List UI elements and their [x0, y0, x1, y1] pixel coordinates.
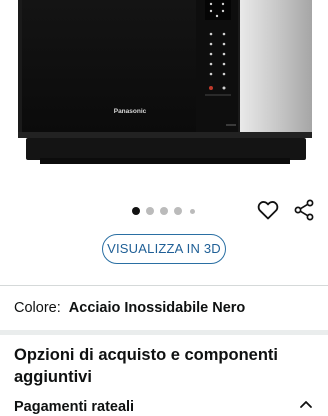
section-divider	[0, 330, 328, 335]
heart-icon	[257, 201, 279, 220]
carousel-dot[interactable]	[160, 207, 168, 215]
chevron-up-icon[interactable]	[298, 398, 314, 410]
color-selection[interactable]: Colore: Acciaio Inossidabile Nero	[14, 298, 245, 318]
share-button[interactable]	[292, 198, 316, 222]
purchase-options-title: Opzioni di acquisto e componenti aggiunt…	[14, 346, 279, 386]
color-value: Acciaio Inossidabile Nero	[68, 300, 246, 316]
view-in-3d-button[interactable]: VISUALIZZA IN 3D	[102, 234, 226, 264]
carousel-dot[interactable]	[190, 208, 195, 214]
installments-label[interactable]: Pagamenti rateali	[14, 398, 134, 416]
color-label: Colore:	[14, 300, 61, 316]
share-icon	[294, 199, 314, 221]
product-image[interactable]: Panasonic	[0, 0, 328, 200]
carousel-dot[interactable]	[132, 207, 140, 215]
carousel-dot[interactable]	[146, 207, 154, 215]
wishlist-button[interactable]	[256, 198, 280, 222]
carousel-dot[interactable]	[174, 207, 182, 215]
brand-logo: Panasonic	[114, 108, 147, 115]
divider	[0, 285, 328, 286]
